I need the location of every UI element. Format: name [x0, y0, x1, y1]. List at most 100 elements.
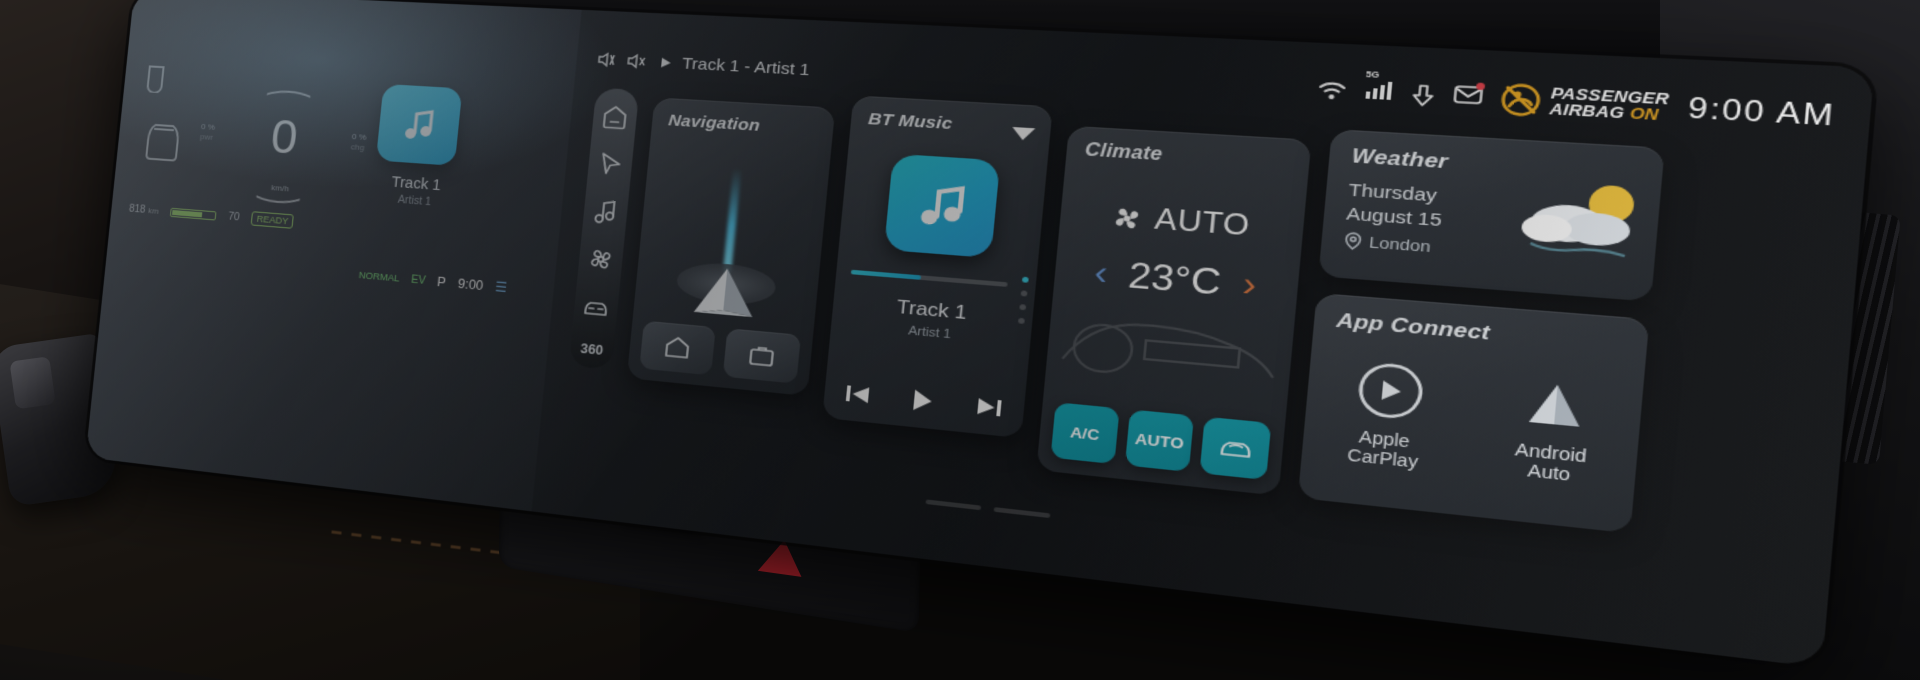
app-grid: Apple CarPlay Android Auto	[1301, 355, 1643, 494]
ac-button[interactable]: A/C	[1050, 402, 1120, 465]
weather-location: London	[1368, 233, 1432, 256]
quick-access-rail: 360	[568, 87, 640, 370]
weather-card[interactable]: Weather Thursday August 15 London	[1318, 129, 1665, 302]
powertrain-label: EV	[410, 273, 427, 287]
chevron-down-icon[interactable]	[1011, 126, 1036, 141]
airbag-text-block: PASSENGER AIRBAG ON	[1548, 85, 1670, 124]
playback-progress-bar[interactable]	[850, 269, 1008, 287]
chevron-left-icon[interactable]: ‹	[1093, 253, 1110, 292]
navigation-card-title: Navigation	[667, 111, 761, 136]
vehicle-silhouette-icon	[138, 100, 190, 167]
music-note-icon[interactable]	[591, 198, 621, 226]
ac-button-label: A/C	[1069, 422, 1101, 444]
charge-gauge-sub: chg	[350, 142, 365, 153]
music-note-icon	[404, 107, 436, 142]
ready-badge: READY	[250, 211, 295, 229]
climate-card-title: Climate	[1084, 140, 1164, 165]
range-indicator: 818 km	[129, 203, 160, 216]
driver-cluster: 0 km/h 0 % pwr 0 % chg Track 1 Artist 1 …	[85, 0, 582, 512]
fan-icon	[1115, 207, 1139, 229]
download-arrow-icon[interactable]	[1410, 84, 1436, 107]
play-icon[interactable]	[911, 388, 936, 413]
android-auto-label: Android Auto	[1513, 439, 1587, 486]
auto-button[interactable]: AUTO	[1124, 409, 1195, 473]
now-playing-text: Track 1 - Artist 1	[681, 53, 811, 80]
temperature-value: 23°C	[1126, 254, 1223, 303]
range-value: 818	[128, 203, 147, 216]
gear-indicator: P	[436, 274, 447, 290]
signal-5g-label: 5G	[1365, 71, 1380, 81]
weather-date: August 15	[1345, 204, 1443, 231]
briefcase-icon	[748, 344, 776, 369]
car-icon[interactable]	[581, 293, 611, 321]
play-triangle-icon[interactable]	[660, 56, 673, 68]
speed-value: 0	[268, 109, 301, 165]
battery-gauge	[170, 207, 217, 221]
cabin-airflow-graphic	[1056, 298, 1284, 394]
climate-card[interactable]: Climate AUTO ‹ 23°C › A/C AUTO	[1036, 125, 1312, 496]
playback-controls	[824, 380, 1025, 422]
range-unit: km	[147, 205, 160, 216]
mute-icon[interactable]	[626, 52, 647, 69]
speed-unit: km/h	[270, 182, 290, 194]
cluster-info-row: 818 km 70 READY	[128, 202, 295, 229]
home-icon[interactable]	[600, 103, 630, 130]
wifi-icon[interactable]	[1316, 80, 1347, 102]
home-icon	[663, 335, 691, 361]
recirculate-icon	[1217, 435, 1255, 462]
chevron-right-icon[interactable]: ›	[1241, 265, 1258, 305]
passenger-airbag-indicator: PASSENGER AIRBAG ON	[1499, 83, 1670, 125]
power-gauge-sub: pwr	[199, 132, 214, 142]
recirculation-button[interactable]	[1199, 416, 1272, 481]
android-auto-button[interactable]: Android Auto	[1464, 369, 1644, 494]
weather-location-row: London	[1343, 231, 1432, 256]
music-note-icon	[920, 181, 968, 229]
passenger-airbag-icon	[1499, 83, 1541, 118]
seatbelt-icon	[146, 65, 164, 94]
battery-value: 70	[227, 210, 241, 223]
climate-mode-row: AUTO	[1059, 197, 1305, 248]
skip-previous-icon[interactable]	[844, 383, 873, 406]
navigation-cursor-icon[interactable]	[595, 150, 625, 178]
infotainment-scene: 0 km/h 0 % pwr 0 % chg Track 1 Artist 1 …	[0, 0, 1920, 680]
climate-mode-label: AUTO	[1153, 203, 1252, 243]
nav-home-button[interactable]	[639, 320, 716, 376]
drive-mode-label: NORMAL	[358, 269, 401, 284]
nav-work-button[interactable]	[722, 328, 802, 384]
volume-icon[interactable]	[596, 51, 617, 68]
bt-music-card-title: BT Music	[867, 109, 954, 134]
airbag-state: ON	[1629, 104, 1660, 124]
seat-heater-icon: ☰	[494, 279, 508, 296]
app-connect-card[interactable]: App Connect Apple CarPlay Android Auto	[1297, 292, 1650, 534]
home-indicator-bars[interactable]	[925, 499, 1051, 519]
bt-music-card[interactable]: BT Music Track 1 Artist 1	[822, 95, 1053, 439]
power-gauge-label: 0 %	[200, 121, 216, 132]
navigation-card[interactable]: Navigation	[626, 97, 836, 397]
weather-day: Thursday	[1347, 180, 1438, 207]
carplay-icon	[1352, 359, 1425, 423]
status-icons: 5G PASSENGER AIRBAG ON 9:00 AM	[1316, 71, 1837, 134]
cluster-clock: 9:00	[457, 276, 484, 294]
status-clock: 9:00 AM	[1686, 91, 1837, 132]
album-art[interactable]	[883, 153, 1001, 259]
weather-card-title: Weather	[1350, 144, 1450, 174]
navigation-arrow-icon	[693, 266, 757, 318]
charge-gauge-label: 0 %	[351, 131, 367, 143]
navigation-beam	[722, 167, 742, 274]
airbag-line-2: AIRBAG	[1548, 100, 1626, 122]
now-playing-group[interactable]: Track 1 - Artist 1	[596, 50, 811, 80]
skip-next-icon[interactable]	[974, 396, 1004, 419]
partly-cloudy-icon	[1520, 184, 1636, 271]
camera-360-icon[interactable]: 360	[580, 341, 604, 358]
app-connect-card-title: App Connect	[1335, 308, 1492, 345]
android-auto-icon	[1528, 382, 1583, 427]
apple-carplay-label: Apple CarPlay	[1347, 426, 1421, 472]
mail-icon[interactable]	[1452, 82, 1485, 111]
signal-5g-icon[interactable]: 5G	[1363, 71, 1393, 105]
fan-icon[interactable]	[586, 245, 616, 273]
apple-carplay-button[interactable]: Apple CarPlay	[1301, 355, 1473, 477]
cluster-album-art	[375, 83, 463, 166]
climate-buttons: A/C AUTO	[1050, 402, 1272, 481]
cluster-status-row: NORMAL EV P 9:00 ☰	[358, 268, 508, 296]
airbag-line-2-row: AIRBAG ON	[1548, 100, 1669, 124]
